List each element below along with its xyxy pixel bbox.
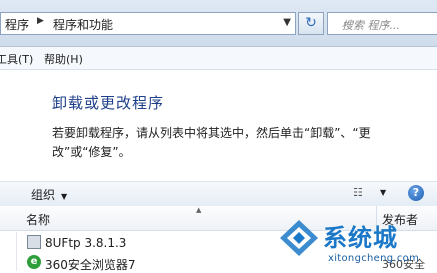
program-name: 360安全浏览器7 [45,258,136,272]
refresh-button[interactable]: ↻ [298,12,324,35]
watermark-brand: 系统城 [323,224,398,252]
views-icon[interactable]: ☷ [353,186,363,199]
page-description: 若要卸载程序，请从列表中将其选中，然后单击“卸载”、“更改”或“修复”。 [52,126,371,159]
command-bar: 组织 ▼ ☷ ▼ ? [0,181,437,207]
program-name: 8UFtp 3.8.1.3 [45,236,127,250]
watermark: 系统城 xitongcheng.com [278,212,437,271]
breadcrumb-separator-icon[interactable]: ▶ [37,16,44,26]
menu-tools[interactable]: 工具(T) [0,51,33,67]
menu-help[interactable]: 帮助(H) [44,51,83,67]
ftp-app-icon [27,235,41,249]
main-content: 卸载或更改程序 若要卸载程序，请从列表中将其选中，然后单击“卸载”、“更改”或“… [0,70,437,181]
chevron-down-icon: ▼ [61,192,68,201]
help-icon[interactable]: ? [408,185,424,201]
organize-label: 组织 [31,188,56,202]
menu-bar: 工具(T) 帮助(H) [0,47,437,70]
organize-button[interactable]: 组织 ▼ [31,186,67,203]
refresh-icon: ↻ [305,15,317,31]
address-dropdown-icon[interactable]: ▼ [283,17,291,28]
watermark-url: xitongcheng.com [328,253,420,264]
breadcrumb[interactable]: 程序 ▶ 程序和功能 ▼ [0,12,296,35]
sort-indicator-icon: ▲ [196,206,202,214]
column-name[interactable]: 名称 [26,211,50,228]
watermark-logo-icon [280,220,318,256]
views-dropdown-icon[interactable]: ▼ [380,188,386,197]
breadcrumb-programs-features[interactable]: 程序和功能 [53,16,113,33]
search-input[interactable]: 搜索 程序... ⌕ [327,12,437,35]
page-title: 卸载或更改程序 [52,94,165,112]
browser-app-icon: e [27,255,41,269]
search-icon[interactable]: ⌕ [342,17,431,31]
address-bar: 程序 ▶ 程序和功能 ▼ ↻ 搜索 程序... ⌕ [0,0,437,47]
breadcrumb-programs[interactable]: 程序 [5,16,29,33]
